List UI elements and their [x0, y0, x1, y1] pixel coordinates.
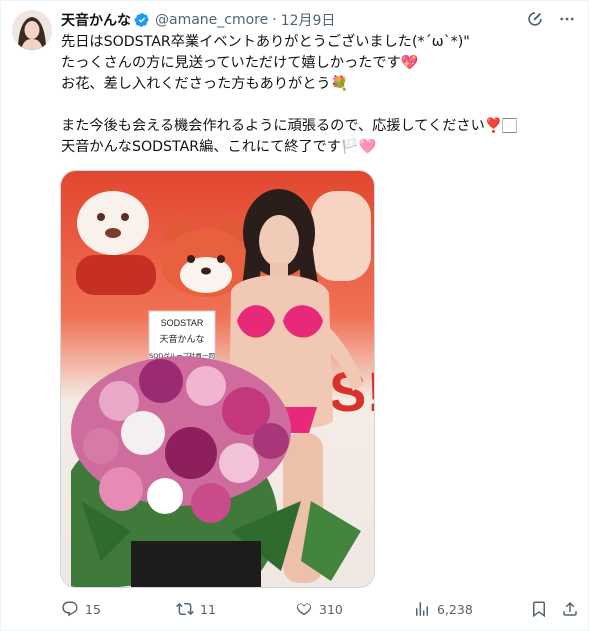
views-button[interactable]: 6,238	[413, 600, 473, 618]
like-count: 310	[319, 601, 343, 617]
bookmark-button[interactable]	[530, 600, 548, 618]
views-count: 6,238	[437, 601, 473, 617]
like-icon	[296, 603, 312, 616]
separator-dot: ·	[272, 12, 277, 28]
tweet-photo[interactable]: S! SODSTAR 天音かんな SODグループ社員一同	[60, 170, 375, 588]
more-icon[interactable]	[558, 10, 576, 28]
bookmark-icon	[533, 601, 545, 618]
sign-line-2: 天音かんな	[159, 333, 204, 345]
author-name[interactable]: 天音かんな	[61, 10, 131, 30]
reply-icon	[62, 601, 78, 617]
reply-count: 15	[85, 601, 101, 617]
grok-icon[interactable]	[526, 10, 544, 28]
tweet-date[interactable]: 12月9日	[281, 10, 336, 30]
repost-icon	[176, 602, 194, 616]
like-button[interactable]: 310	[295, 600, 343, 618]
repost-button[interactable]: 11	[176, 600, 216, 618]
share-icon	[563, 601, 577, 616]
tweet-text: 先日はSODSTAR卒業イベントありがとうございました(*´ω`*)" たっくさ…	[61, 34, 517, 155]
reply-button[interactable]: 15	[61, 600, 101, 618]
share-button[interactable]	[561, 600, 579, 618]
author-handle[interactable]: @amane_cmore	[155, 12, 268, 28]
verified-badge-icon	[134, 13, 149, 27]
sign-line-1: SODSTAR	[161, 318, 204, 328]
action-bar: 15 11 310 6,238	[61, 600, 579, 622]
avatar[interactable]	[12, 10, 52, 50]
views-icon	[416, 602, 428, 616]
tweet-header: 天音かんな @amane_cmore · 12月9日	[61, 10, 335, 30]
repost-count: 11	[200, 601, 216, 617]
tweet-card[interactable]: 天音かんな @amane_cmore · 12月9日 先日はSODSTAR卒業イ…	[0, 0, 589, 631]
